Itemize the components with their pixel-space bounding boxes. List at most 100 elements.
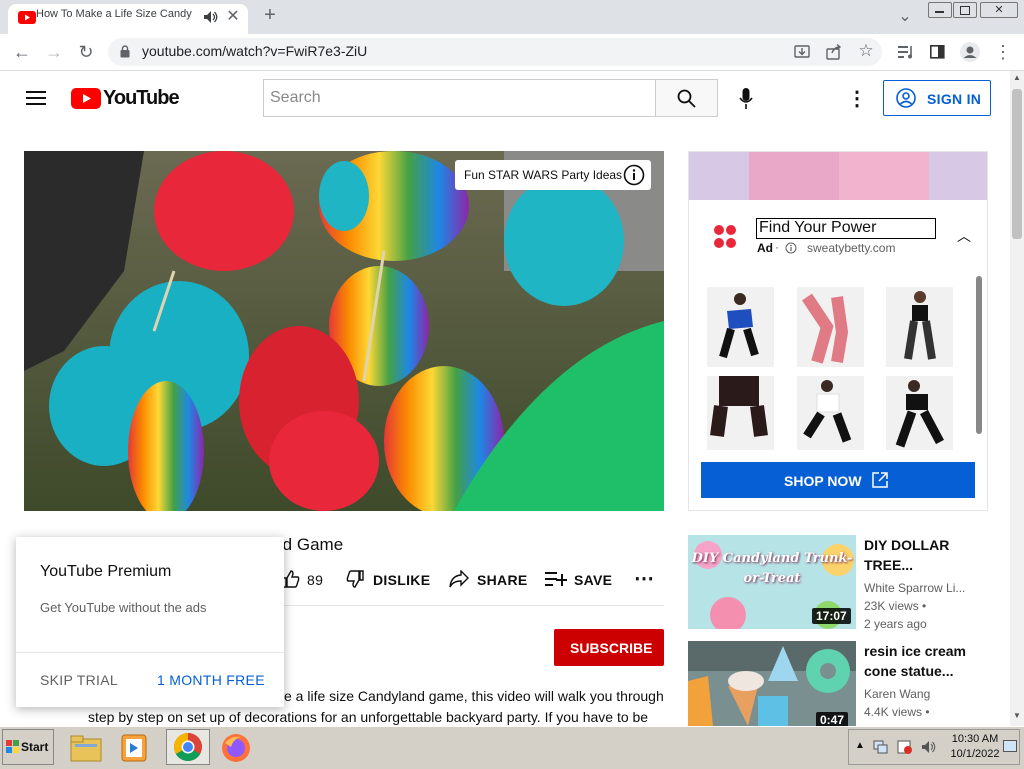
product-image[interactable] <box>797 376 864 450</box>
dislike-button[interactable]: DISLIKE <box>373 572 430 588</box>
action-center-warning-icon[interactable] <box>897 739 913 755</box>
video-player[interactable] <box>24 151 664 511</box>
ad-info-icon[interactable] <box>785 242 797 254</box>
search-button[interactable] <box>655 79 718 117</box>
close-tab-icon[interactable]: ✕ <box>226 8 240 26</box>
related-title-line: DIY DOLLAR <box>864 537 950 553</box>
profile-avatar-icon[interactable] <box>960 42 980 62</box>
close-window-button[interactable]: ✕ <box>980 2 1018 18</box>
related-title-line: resin ice cream <box>864 643 966 659</box>
start-label: Start <box>21 740 49 754</box>
scrollbar-thumb[interactable] <box>1012 89 1022 239</box>
popup-divider <box>16 652 284 653</box>
show-hidden-icons-chevron-icon[interactable]: ▲ <box>855 740 865 751</box>
like-thumb-icon[interactable] <box>282 570 300 588</box>
scroll-down-arrow-icon[interactable]: ▼ <box>1013 711 1021 720</box>
ad-headline[interactable]: Find Your Power <box>756 218 936 239</box>
shop-now-label: SHOP NOW <box>784 473 862 489</box>
save-playlist-add-icon[interactable] <box>545 572 567 586</box>
media-control-icon[interactable] <box>898 45 914 59</box>
browser-menu-icon[interactable]: ⋮ <box>994 43 1012 61</box>
search-icon <box>677 89 696 108</box>
one-month-free-button[interactable]: 1 MONTH FREE <box>157 672 265 688</box>
bookmark-star-icon[interactable]: ☆ <box>857 42 875 60</box>
related-meta: White Sparrow Li... 23K views • 2 years … <box>864 579 965 633</box>
ad-banner-photo <box>749 152 839 200</box>
related-channel[interactable]: Karen Wang <box>864 685 930 703</box>
restore-button[interactable] <box>953 2 977 18</box>
install-app-icon[interactable] <box>794 44 810 60</box>
more-actions-icon[interactable]: ⋯ <box>634 566 654 591</box>
description-line: step by step on set up of decorations fo… <box>88 709 649 725</box>
youtube-logo-icon[interactable] <box>71 88 101 109</box>
forward-arrow-icon[interactable]: → <box>44 43 64 61</box>
file-explorer-icon[interactable] <box>70 734 102 762</box>
related-channel[interactable]: White Sparrow Li... <box>864 579 965 597</box>
microphone-icon[interactable] <box>739 88 753 110</box>
url-text[interactable]: youtube.com/watch?v=FwiR7e3-ZiU <box>142 43 367 59</box>
related-meta: Karen Wang 4.4K views • <box>864 685 930 721</box>
related-title[interactable]: DIY DOLLAR TREE... <box>864 535 949 575</box>
ad-separator: · <box>775 240 779 254</box>
save-button[interactable]: SAVE <box>574 572 612 588</box>
hamburger-menu-icon[interactable] <box>26 91 46 105</box>
clock-time[interactable]: 10:30 AM <box>951 733 999 745</box>
product-image[interactable] <box>797 287 864 367</box>
search-placeholder: Search <box>270 89 321 106</box>
tab-search-chevron-down-icon[interactable]: ⌄ <box>896 8 914 26</box>
scroll-up-arrow-icon[interactable]: ▲ <box>1013 73 1021 82</box>
youtube-premium-popup: YouTube Premium Get YouTube without the … <box>16 537 284 707</box>
ad-banner-photo <box>839 152 929 200</box>
restore-icon <box>960 6 970 15</box>
collapse-chevron-up-icon[interactable]: ︿ <box>957 226 971 246</box>
product-image[interactable] <box>886 287 953 367</box>
share-arrow-icon[interactable] <box>449 570 469 588</box>
volume-icon[interactable] <box>921 740 937 754</box>
sign-in-label: SIGN IN <box>927 91 982 107</box>
product-image[interactable] <box>886 376 953 450</box>
minimize-button[interactable] <box>928 2 952 18</box>
related-title[interactable]: resin ice cream cone statue... <box>864 641 966 681</box>
info-icon[interactable] <box>623 164 645 186</box>
youtube-favicon-icon <box>18 11 36 24</box>
clock-date[interactable]: 10/1/2022 <box>949 748 1001 760</box>
popup-title: YouTube Premium <box>40 563 172 580</box>
like-count[interactable]: 89 <box>307 572 323 588</box>
skip-trial-button[interactable]: SKIP TRIAL <box>40 672 118 688</box>
video-card-teaser-label: Fun STAR WARS Party Ideas <box>464 168 623 182</box>
back-arrow-icon[interactable]: ← <box>12 43 32 61</box>
windows-logo-icon <box>6 740 19 753</box>
share-button[interactable]: SHARE <box>477 572 528 588</box>
audio-playing-icon[interactable] <box>204 11 218 23</box>
lock-icon[interactable] <box>120 45 130 58</box>
youtube-logo-text[interactable]: YouTube <box>103 87 180 110</box>
network-icon[interactable] <box>873 740 889 754</box>
firefox-icon[interactable] <box>221 733 251 763</box>
tab-title: How To Make a Life Size Candy <box>36 8 192 20</box>
start-button[interactable]: Start <box>2 729 54 765</box>
video-frame-candy-image <box>24 151 664 511</box>
media-player-icon[interactable] <box>120 733 148 763</box>
related-title-line: cone statue... <box>864 663 954 679</box>
product-image[interactable] <box>707 287 774 367</box>
thumbnail-overlay-text: DIY Candyland Trunk-or-Treat <box>691 551 853 586</box>
product-image[interactable] <box>707 376 774 450</box>
page-scrollbar[interactable]: ▲ ▼ <box>1010 71 1024 726</box>
dislike-thumb-icon[interactable] <box>346 570 364 588</box>
new-tab-icon[interactable]: + <box>260 5 280 25</box>
external-link-icon <box>872 472 888 488</box>
popup-subtitle: Get YouTube without the ads <box>40 600 207 615</box>
settings-more-icon[interactable]: ⋮ <box>847 86 867 111</box>
reload-icon[interactable]: ↻ <box>76 43 96 61</box>
ad-scrollbar[interactable] <box>976 276 982 434</box>
chrome-taskbar-button[interactable] <box>166 729 210 765</box>
side-panel-icon[interactable] <box>930 45 945 59</box>
search-input[interactable] <box>263 79 655 117</box>
share-page-icon[interactable] <box>826 44 842 60</box>
related-views-line: 4.4K views • <box>864 705 930 719</box>
system-tray: ▲ 10:30 AM 10/1/2022 <box>848 729 1020 765</box>
ad-domain[interactable]: sweatybetty.com <box>807 241 895 255</box>
minimize-icon <box>935 11 944 13</box>
show-desktop-icon[interactable] <box>1003 740 1017 752</box>
video-duration: 17:07 <box>812 608 851 624</box>
